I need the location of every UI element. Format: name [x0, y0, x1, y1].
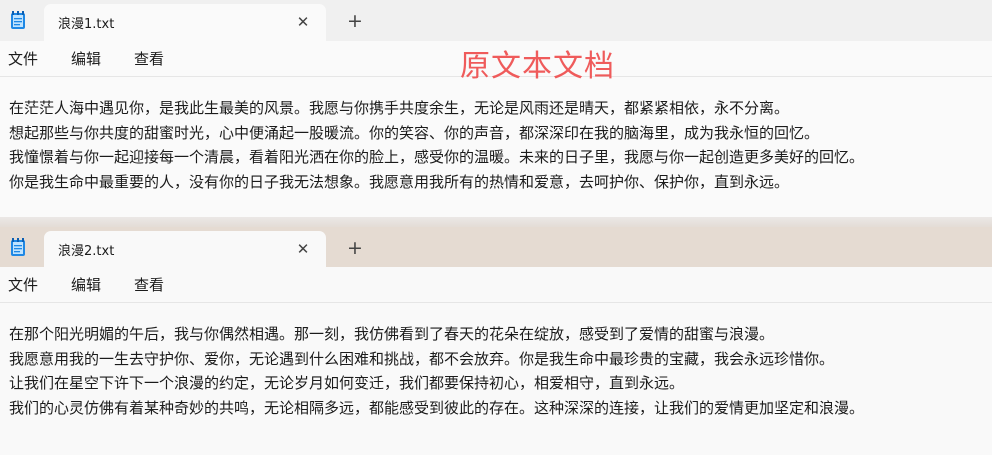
text-line: 你是我生命中最重要的人，没有你的日子我无法想象。我愿意用我所有的热情和爱意，去呵…	[9, 172, 790, 191]
text-line: 我憧憬着与你一起迎接每一个清晨，看着阳光洒在你的脸上，感受你的温暖。未来的日子里…	[9, 148, 865, 166]
menu-file[interactable]: 文件	[8, 274, 54, 295]
menu-view[interactable]: 查看	[134, 274, 180, 295]
text-editor[interactable]: 在那个阳光明媚的午后，我与你偶然相遇。那一刻，我仿佛看到了春天的花朵在绽放，感受…	[0, 303, 992, 420]
text-line: 想起那些与你共度的甜蜜时光，心中便涌起一股暖流。你的笑容、你的声音，都深深印在我…	[9, 123, 820, 142]
notepad-window-1: 浪漫1.txt ✕ + 文件 编辑 查看 原文本文档 在茫茫人海中遇见你，是我此…	[0, 0, 992, 219]
plus-icon[interactable]: +	[341, 7, 369, 35]
text-line: 让我们在星空下许下一个浪漫的约定，无论岁月如何变迁，我们都要保持初心，相爱相守，…	[9, 374, 685, 392]
tab-title: 浪漫2.txt	[58, 244, 115, 259]
text-line: 在茫茫人海中遇见你，是我此生最美的风景。我愿与你携手共度余生，无论是风雨还是晴天…	[9, 99, 790, 117]
tab-bar: 浪漫2.txt ✕ +	[0, 227, 992, 268]
tab-title: 浪漫1.txt	[58, 17, 115, 32]
annotation-label: 原文本文档	[460, 49, 615, 84]
notepad-icon	[11, 238, 25, 256]
close-icon[interactable]: ✕	[290, 9, 316, 35]
notepad-icon	[11, 11, 25, 29]
text-line: 我愿意用我的一生去守护你、爱你，无论遇到什么困难和挑战，都不会放弃。你是我生命中…	[9, 349, 835, 368]
plus-icon[interactable]: +	[341, 234, 369, 262]
text-line: 在那个阳光明媚的午后，我与你偶然相遇。那一刻，我仿佛看到了春天的花朵在绽放，感受…	[9, 325, 775, 343]
menu-edit[interactable]: 编辑	[71, 48, 117, 69]
text-line: 我们的心灵仿佛有着某种奇妙的共鸣，无论相隔多远，都能感受到彼此的存在。这种深深的…	[9, 398, 865, 417]
menu-edit[interactable]: 编辑	[71, 274, 117, 295]
close-icon[interactable]: ✕	[290, 236, 316, 262]
menu-bar: 文件 编辑 查看	[0, 267, 992, 303]
menu-file[interactable]: 文件	[8, 48, 54, 69]
menu-view[interactable]: 查看	[134, 48, 180, 69]
tab-file-1[interactable]: 浪漫1.txt ✕	[44, 4, 326, 41]
text-editor[interactable]: 在茫茫人海中遇见你，是我此生最美的风景。我愿与你携手共度余生，无论是风雨还是晴天…	[0, 77, 992, 194]
tab-file-2[interactable]: 浪漫2.txt ✕	[44, 231, 326, 268]
notepad-window-2: 浪漫2.txt ✕ + 文件 编辑 查看 在那个阳光明媚的午后，我与你偶然相遇。…	[0, 227, 992, 455]
tab-bar: 浪漫1.txt ✕ +	[0, 0, 992, 41]
